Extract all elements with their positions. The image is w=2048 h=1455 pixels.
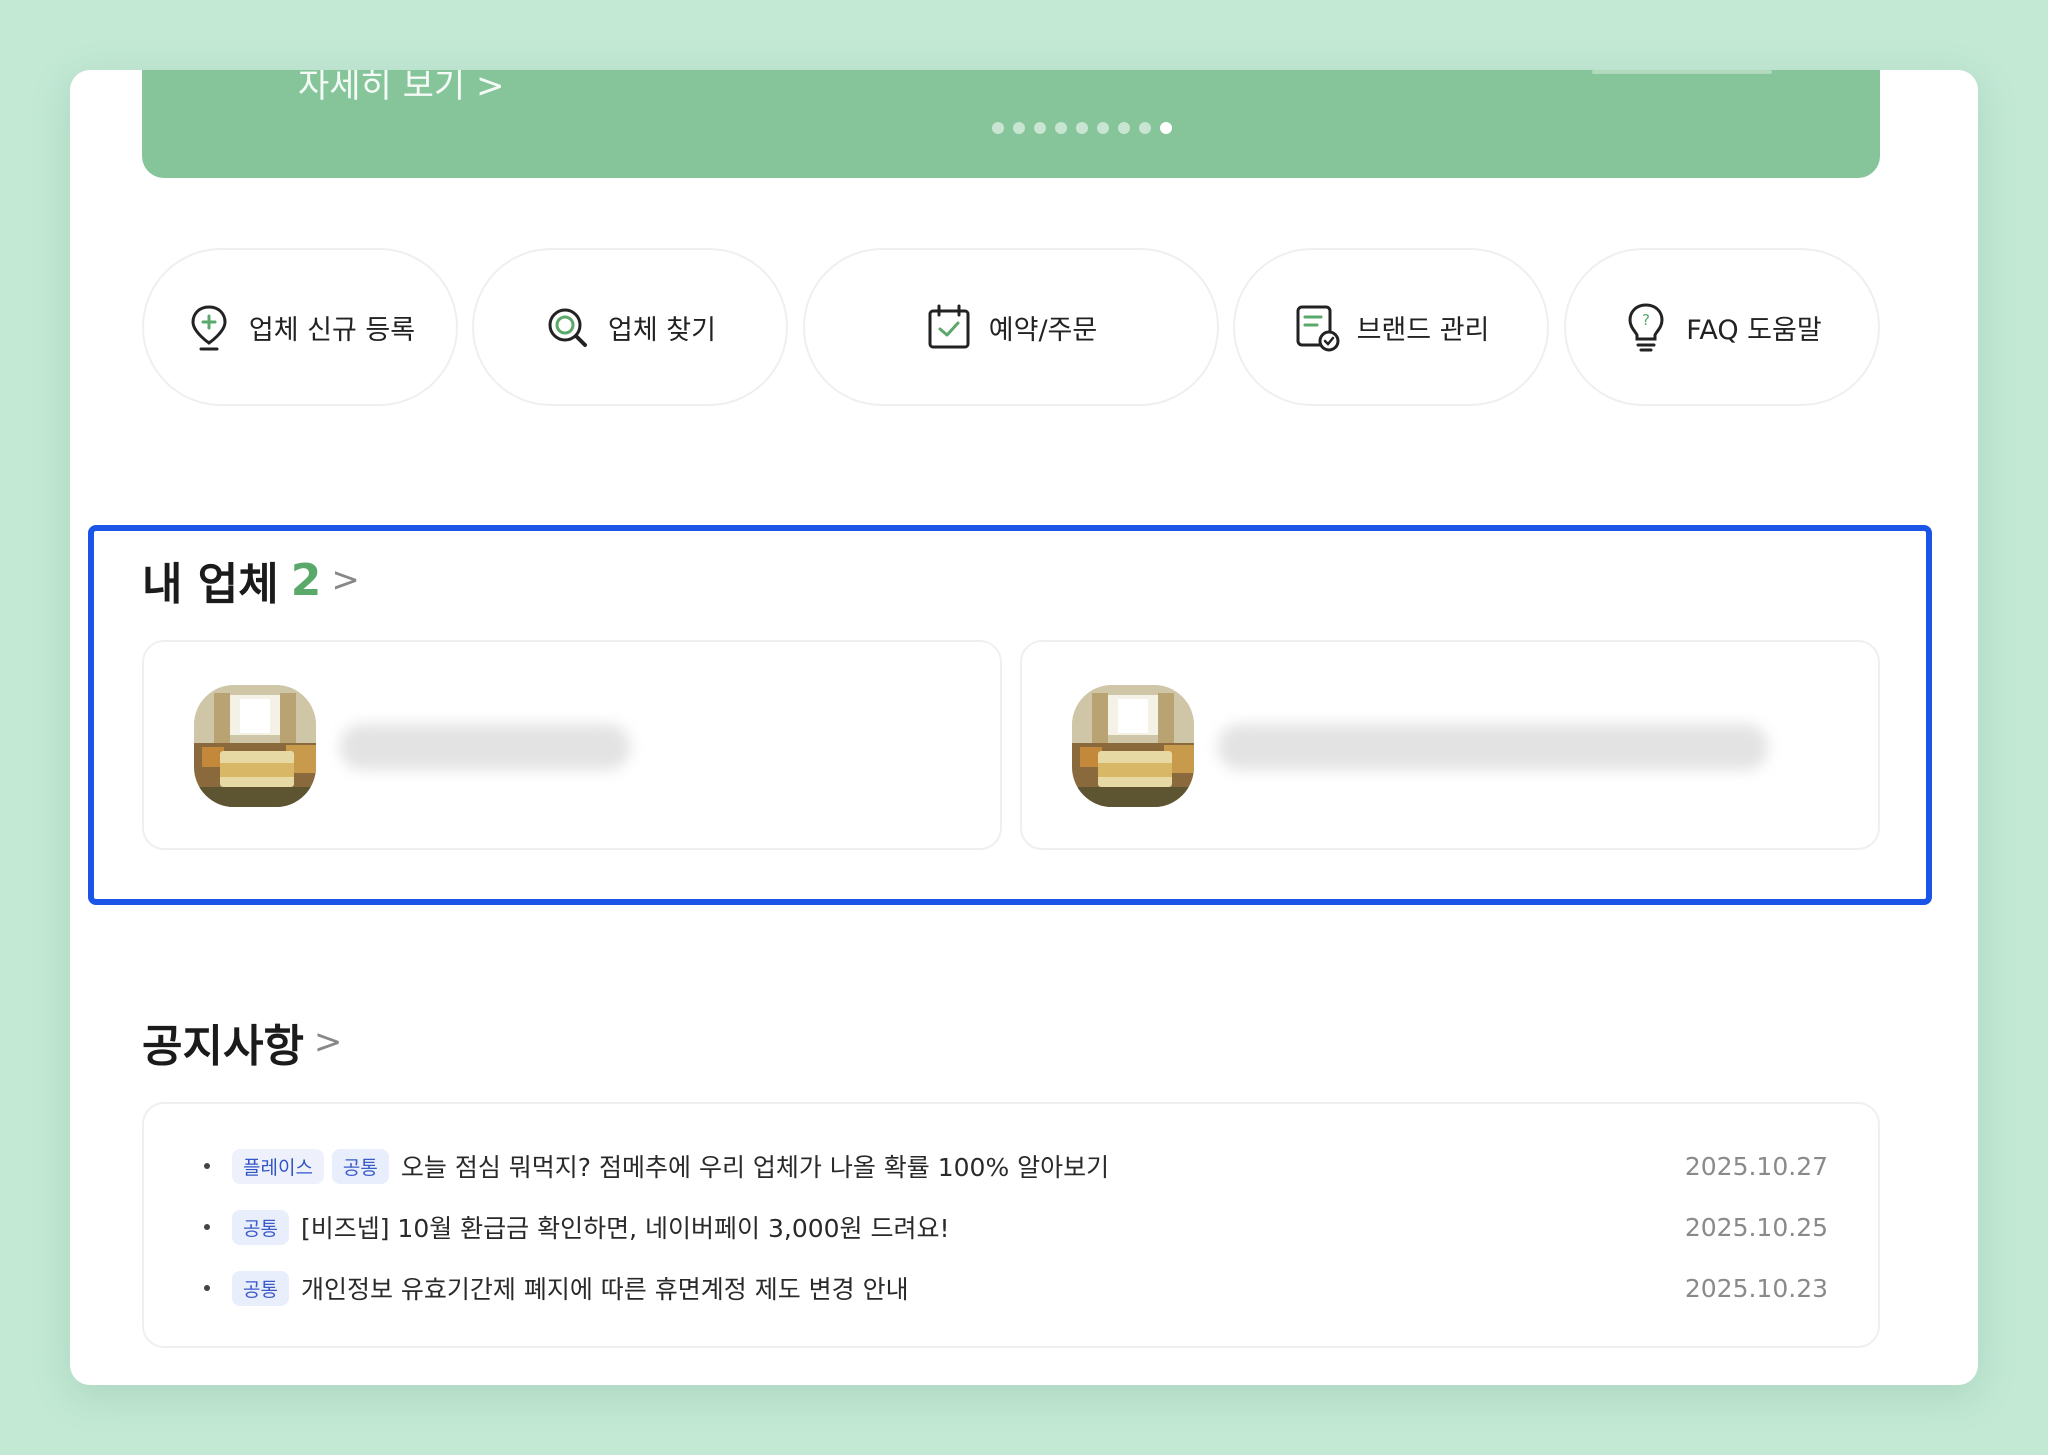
- tag-place: 플레이스: [232, 1148, 324, 1184]
- my-business-title: 내 업체: [142, 559, 279, 610]
- carousel-dot[interactable]: [1139, 122, 1151, 134]
- bullet: [204, 1224, 210, 1230]
- brand-management-label: 브랜드 관리: [1356, 314, 1490, 346]
- search-icon: [548, 308, 588, 347]
- carousel-dot[interactable]: [1013, 122, 1025, 134]
- notice-date: 2025.10.23: [1684, 1273, 1828, 1303]
- find-business-label: 업체 찾기: [608, 314, 716, 346]
- notice-title[interactable]: 오늘 점심 뭐먹지? 점메추에 우리 업체가 나올 확률 100% 알아보기: [401, 1148, 1109, 1184]
- carousel-dot[interactable]: [1034, 122, 1046, 134]
- carousel-dot[interactable]: [1055, 122, 1067, 134]
- business-name-redacted: [340, 724, 630, 770]
- carousel-dots: [992, 122, 1172, 134]
- my-business-header[interactable]: 내 업체 2 >: [142, 548, 360, 612]
- banner-detail-link[interactable]: 자세히 보기 >: [298, 70, 505, 107]
- faq-help-button[interactable]: ? FAQ 도움말: [1564, 248, 1880, 406]
- notice-date: 2025.10.27: [1684, 1151, 1828, 1181]
- hotel-room-image: [194, 685, 316, 807]
- main-window: 자세히 보기 > 업체 신규 등록 업체 찾기 예약/주문 브랜드 관리 ? F…: [70, 70, 1978, 1385]
- chevron-right-icon: >: [313, 1022, 343, 1062]
- calendar-check-icon: [928, 304, 970, 349]
- svg-text:?: ?: [1642, 311, 1650, 329]
- faq-help-label: FAQ 도움말: [1686, 314, 1822, 346]
- carousel-dot[interactable]: [992, 122, 1004, 134]
- tag-common: 공통: [232, 1209, 289, 1245]
- tag-common: 공통: [331, 1148, 389, 1184]
- notices-header[interactable]: 공지사항 >: [142, 1010, 342, 1074]
- notice-item[interactable]: 공통 개인정보 유효기간제 폐지에 따른 휴면계정 제도 변경 안내 2025.…: [204, 1268, 1828, 1308]
- reservation-order-label: 예약/주문: [988, 314, 1098, 346]
- business-card[interactable]: [1020, 640, 1880, 850]
- reservation-order-button[interactable]: 예약/주문: [803, 248, 1219, 406]
- notices-title: 공지사항: [142, 1021, 304, 1072]
- carousel-dot[interactable]: [1097, 122, 1109, 134]
- find-business-button[interactable]: 업체 찾기: [472, 248, 788, 406]
- business-card[interactable]: [142, 640, 1002, 850]
- bullet: [204, 1285, 210, 1291]
- notice-list: 플레이스 공통 오늘 점심 뭐먹지? 점메추에 우리 업체가 나올 확률 100…: [142, 1102, 1880, 1348]
- promo-banner[interactable]: 자세히 보기 >: [142, 70, 1880, 178]
- register-business-label: 업체 신규 등록: [248, 314, 416, 346]
- brand-management-button[interactable]: 브랜드 관리: [1233, 248, 1549, 406]
- business-name-redacted: [1218, 724, 1768, 770]
- bullet: [204, 1163, 210, 1169]
- tag-common: 공통: [232, 1270, 289, 1306]
- my-business-count: 2: [290, 554, 322, 606]
- register-business-button[interactable]: 업체 신규 등록: [142, 248, 458, 406]
- carousel-dot[interactable]: [1076, 122, 1088, 134]
- notice-item[interactable]: 공통 [비즈넵] 10월 환급금 확인하면, 네이버페이 3,000원 드려요!…: [204, 1207, 1828, 1247]
- notice-title[interactable]: [비즈넵] 10월 환급금 확인하면, 네이버페이 3,000원 드려요!: [301, 1209, 950, 1245]
- carousel-dot[interactable]: [1118, 122, 1130, 134]
- hotel-room-image: [1072, 685, 1194, 807]
- chevron-right-icon: >: [331, 560, 360, 600]
- notice-title[interactable]: 개인정보 유효기간제 폐지에 따른 휴면계정 제도 변경 안내: [301, 1270, 909, 1306]
- notice-item[interactable]: 플레이스 공통 오늘 점심 뭐먹지? 점메추에 우리 업체가 나올 확률 100…: [204, 1146, 1828, 1186]
- banner-indicator: [1592, 70, 1772, 74]
- carousel-dot-active[interactable]: [1160, 122, 1172, 134]
- notice-date: 2025.10.25: [1684, 1212, 1828, 1242]
- pin-plus-icon: [191, 305, 227, 351]
- document-check-icon: [1296, 305, 1340, 352]
- lightbulb-question-icon: ?: [1628, 303, 1664, 352]
